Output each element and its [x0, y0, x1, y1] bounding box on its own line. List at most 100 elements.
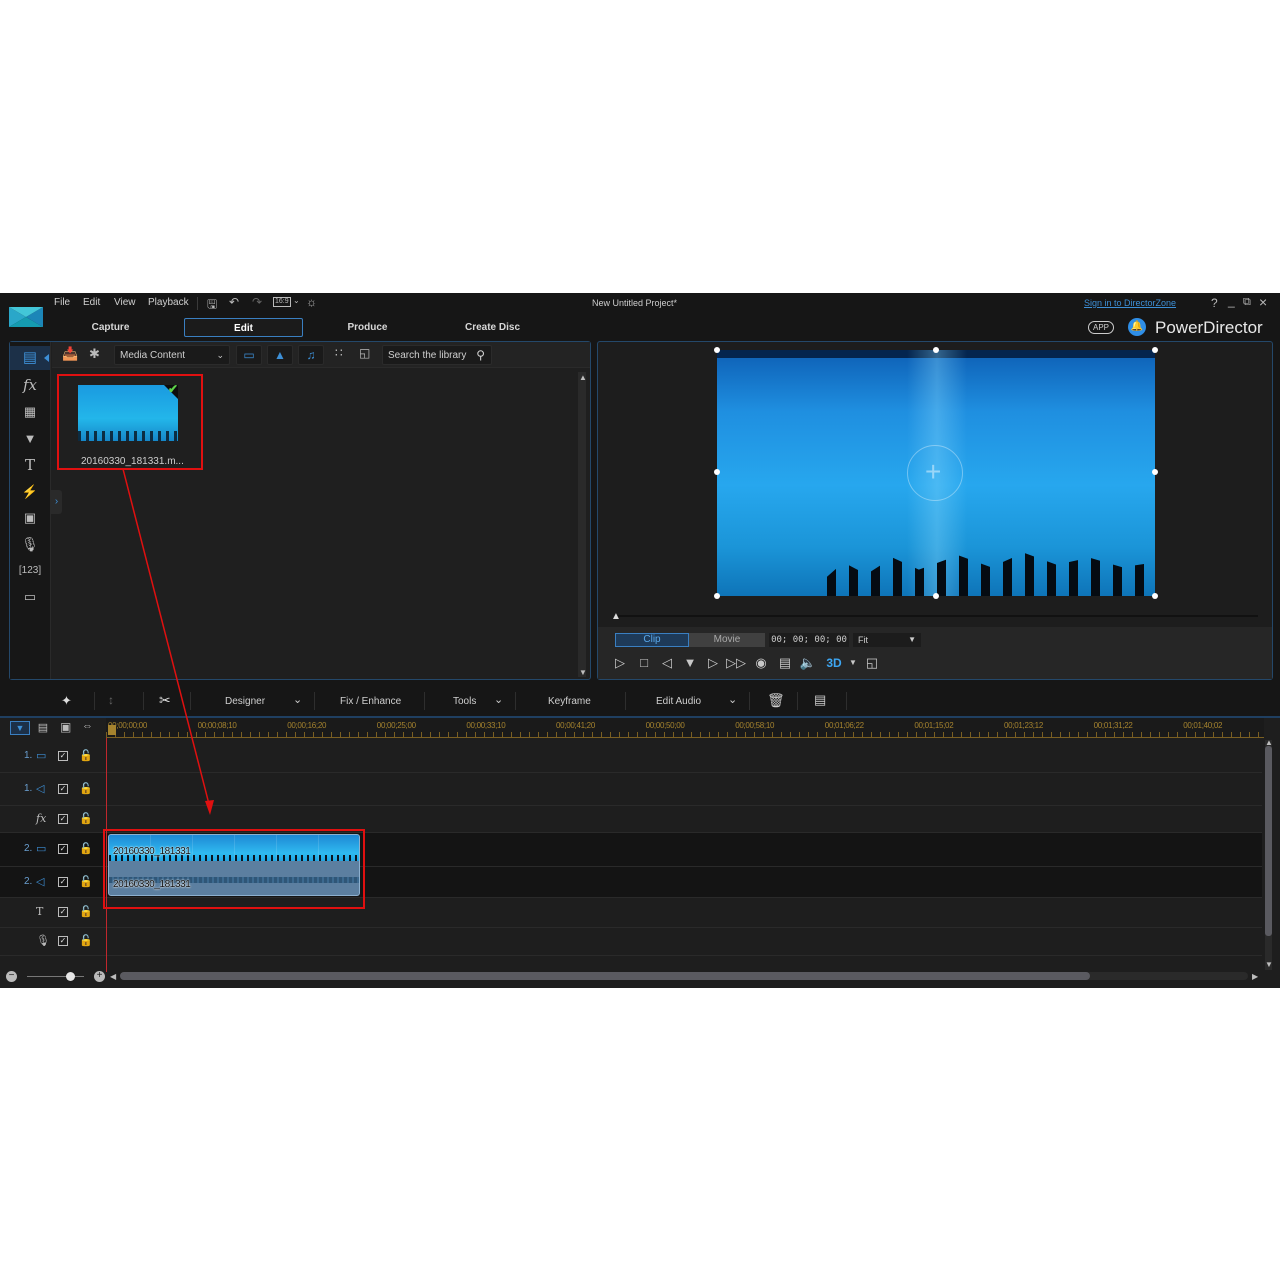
- undock-preview-icon[interactable]: ◱: [862, 653, 882, 673]
- 3d-mode-button[interactable]: 3D: [824, 653, 844, 673]
- fit-timeline-icon[interactable]: ⇔: [82, 720, 93, 732]
- zoom-slider-track[interactable]: [27, 976, 84, 977]
- timeline-ruler[interactable]: 00;00;00;00 00;00;08;10 00;00;16;20 00;00;2…: [106, 718, 1264, 738]
- resize-handle-right[interactable]: [1152, 469, 1158, 475]
- aspect-chevron-icon[interactable]: ⌄: [293, 296, 300, 305]
- app-badge[interactable]: APP: [1088, 321, 1115, 334]
- preview-seek-bar[interactable]: [618, 615, 1258, 617]
- stop-icon[interactable]: □: [634, 653, 654, 673]
- zoom-fit-select[interactable]: Fit ▼: [853, 633, 921, 647]
- track-lock-icon[interactable]: 🔓: [79, 842, 93, 855]
- resize-handle-bottom[interactable]: [933, 593, 939, 599]
- track-enable-checkbox[interactable]: ✓: [58, 813, 68, 824]
- import-media-icon[interactable]: 📥: [62, 346, 78, 362]
- video-filter-button[interactable]: ▭: [236, 345, 262, 365]
- fast-forward-icon[interactable]: ▷▷: [726, 653, 746, 673]
- save-icon[interactable]: 🖫: [207, 295, 217, 316]
- edit-audio-button[interactable]: Edit Audio: [656, 696, 701, 707]
- tab-capture[interactable]: Capture: [51, 318, 170, 337]
- resize-handle-top-right[interactable]: [1152, 347, 1158, 353]
- timeline-vscroll[interactable]: [1265, 740, 1272, 970]
- timeline-clip[interactable]: 20160330_181331 20160330_181331: [108, 834, 360, 896]
- tools-button[interactable]: Tools: [453, 696, 476, 707]
- resize-handle-top[interactable]: [933, 347, 939, 353]
- particle-room-icon[interactable]: ▼: [10, 427, 50, 451]
- storyboard-view-button[interactable]: ▤: [34, 721, 52, 735]
- track-row-voice[interactable]: 🎙 ✓ 🔓: [0, 928, 1262, 956]
- expand-library-button[interactable]: ›: [51, 490, 62, 514]
- fx-room-icon[interactable]: fx: [10, 373, 50, 397]
- scissors-split-icon[interactable]: ✂: [159, 692, 171, 709]
- track-lock-icon[interactable]: 🔓: [79, 905, 93, 918]
- track-enable-checkbox[interactable]: ✓: [58, 936, 68, 946]
- clip-mode-button[interactable]: Clip: [615, 633, 689, 647]
- image-filter-button[interactable]: ▲: [267, 345, 293, 365]
- redo-icon[interactable]: ↷: [252, 295, 262, 309]
- track-lock-icon[interactable]: 🔓: [79, 782, 93, 795]
- preferences-gear-icon[interactable]: ☼: [306, 295, 317, 309]
- audio-mixing-room-icon[interactable]: ▣: [10, 506, 50, 530]
- delete-trash-icon[interactable]: 🗑: [767, 692, 785, 709]
- track-row-audio[interactable]: 1. ◁ ✓ 🔓: [0, 773, 1262, 806]
- subtitle-room-icon[interactable]: ▭: [10, 585, 50, 609]
- next-frame-icon[interactable]: ▷: [703, 653, 723, 673]
- scroll-down-icon[interactable]: ▼: [579, 668, 587, 677]
- audio-filter-button[interactable]: ♫: [298, 345, 324, 365]
- menu-playback[interactable]: Playback: [148, 297, 189, 308]
- timeline-scroll-down-icon[interactable]: ▼: [1265, 960, 1273, 969]
- tab-create-disc[interactable]: Create Disc: [433, 318, 552, 337]
- track-enable-checkbox[interactable]: ✓: [58, 844, 68, 854]
- designer-chevron-icon[interactable]: ⌄: [293, 693, 302, 706]
- add-track-icon[interactable]: ▣: [60, 720, 71, 734]
- sign-in-link[interactable]: Sign in to DirectorZone: [1084, 298, 1176, 308]
- track-row-video[interactable]: 1. ▭ ✓ 🔓: [0, 740, 1262, 773]
- media-content-dropdown[interactable]: Media Content ⌄: [114, 345, 230, 365]
- track-enable-checkbox[interactable]: ✓: [58, 750, 68, 761]
- track-lock-icon[interactable]: 🔓: [79, 934, 93, 947]
- designer-button[interactable]: Designer: [225, 696, 265, 707]
- undo-icon[interactable]: ↶: [229, 295, 239, 309]
- snapshot-camera-icon[interactable]: ◉: [751, 653, 771, 673]
- plugin-icon[interactable]: ✱: [89, 346, 100, 362]
- minimize-button[interactable]: _: [1228, 294, 1235, 308]
- menu-view[interactable]: View: [114, 297, 136, 308]
- notification-bell-icon[interactable]: 🔔: [1128, 318, 1146, 336]
- restore-button[interactable]: ⧉: [1243, 296, 1251, 309]
- playhead-marker[interactable]: [108, 725, 116, 735]
- play-icon[interactable]: ▷: [610, 653, 630, 673]
- edit-audio-chevron-icon[interactable]: ⌄: [728, 693, 737, 706]
- keyframe-button[interactable]: Keyframe: [548, 696, 591, 707]
- close-button[interactable]: ×: [1259, 294, 1267, 310]
- aspect-ratio-button[interactable]: 16:9: [273, 297, 291, 307]
- zoom-in-icon[interactable]: +: [94, 971, 105, 982]
- help-button[interactable]: ?: [1211, 296, 1218, 310]
- tab-produce[interactable]: Produce: [308, 318, 427, 337]
- seek-playhead-icon[interactable]: ▲: [611, 611, 621, 622]
- track-lock-icon[interactable]: 🔓: [79, 749, 93, 762]
- timecode-display[interactable]: 00; 00; 00; 00: [769, 633, 849, 647]
- track-enable-checkbox[interactable]: ✓: [58, 783, 68, 794]
- view-size-icon[interactable]: ◱: [359, 346, 370, 360]
- movie-mode-button[interactable]: Movie: [689, 633, 765, 647]
- resize-handle-bottom-right[interactable]: [1152, 593, 1158, 599]
- trim-icon[interactable]: ↕: [108, 693, 114, 707]
- split-icon[interactable]: ▼: [680, 653, 700, 673]
- scroll-up-icon[interactable]: ▲: [579, 373, 587, 382]
- hscroll-right-icon[interactable]: ▶: [1252, 972, 1258, 981]
- resize-handle-left[interactable]: [714, 469, 720, 475]
- magic-tools-icon[interactable]: ✦: [61, 693, 72, 709]
- zoom-slider-thumb[interactable]: [65, 972, 75, 981]
- timeline-view-button[interactable]: ▼: [10, 721, 30, 735]
- tab-edit[interactable]: Edit: [184, 318, 303, 337]
- hscroll-thumb[interactable]: [120, 972, 1091, 980]
- clip-attributes-icon[interactable]: ▤: [814, 692, 826, 708]
- resize-handle-top-left[interactable]: [714, 347, 720, 353]
- track-lock-icon[interactable]: 🔓: [79, 812, 93, 825]
- resize-handle-bottom-left[interactable]: [714, 593, 720, 599]
- 3d-dropdown-icon[interactable]: ▼: [843, 653, 863, 673]
- track-lock-icon[interactable]: 🔓: [79, 875, 93, 888]
- volume-icon[interactable]: 🔈: [798, 653, 818, 673]
- timeline-hscroll[interactable]: [120, 972, 1248, 980]
- menu-edit[interactable]: Edit: [83, 297, 100, 308]
- fix-enhance-button[interactable]: Fix / Enhance: [340, 696, 401, 707]
